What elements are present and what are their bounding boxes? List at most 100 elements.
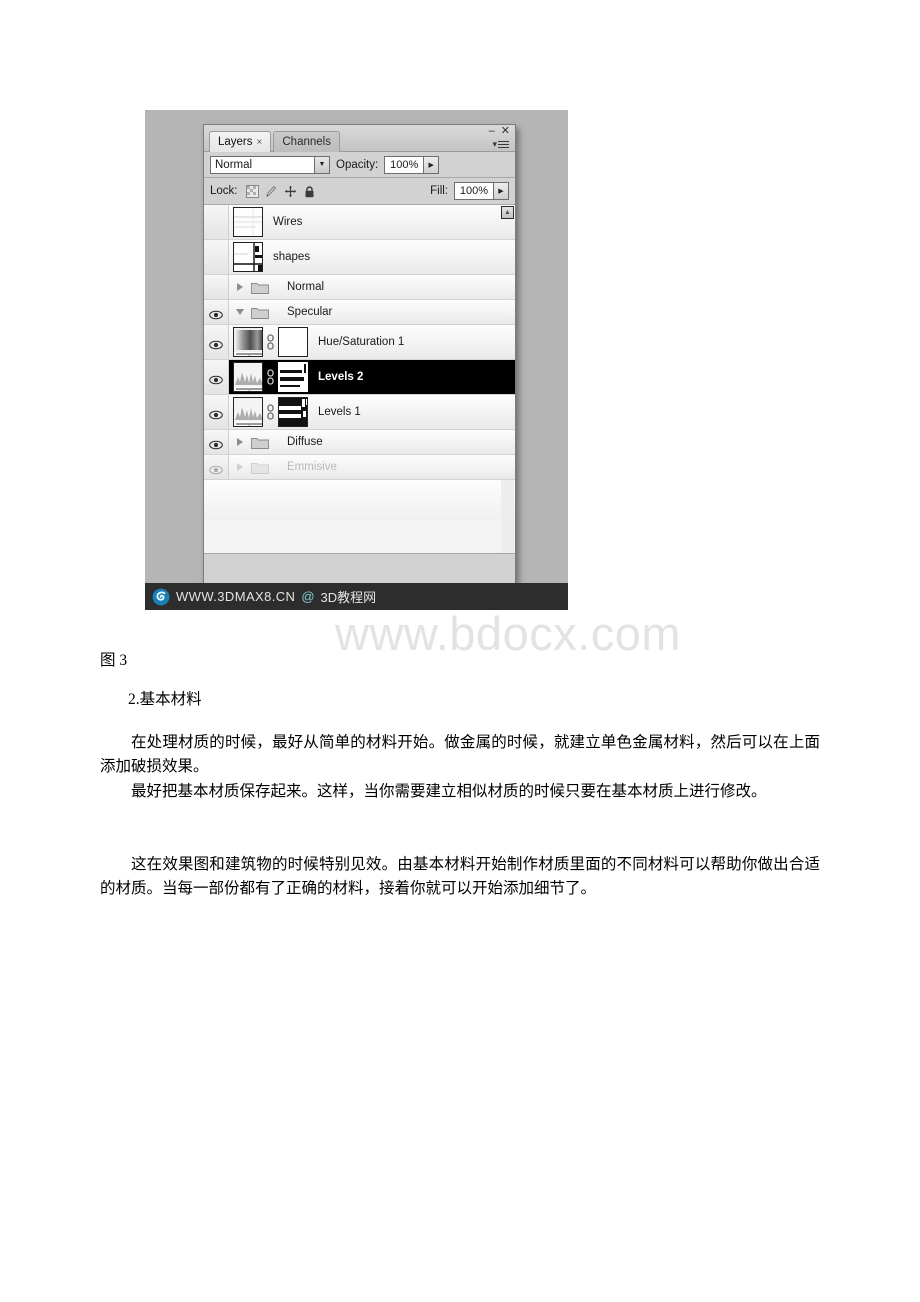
site-url: WWW.3DMAX8.CN	[176, 589, 296, 604]
link-icon[interactable]	[266, 403, 275, 421]
close-icon[interactable]: ✕	[501, 126, 510, 137]
folder-icon	[251, 461, 269, 474]
panel-menu-icon[interactable]: ▾	[492, 139, 509, 150]
opacity-stepper-icon[interactable]: ▶	[423, 156, 439, 173]
visibility-toggle[interactable]	[204, 205, 229, 239]
visibility-toggle[interactable]	[204, 360, 229, 394]
folder-icon	[251, 281, 269, 294]
visibility-toggle[interactable]	[204, 275, 229, 299]
layer-name: Specular	[287, 306, 333, 318]
paragraph: 在处理材质的时候，最好从简单的材料开始。做金属的时候，就建立单色金属材料，然后可…	[100, 734, 820, 775]
folder-icon	[251, 436, 269, 449]
paragraph: 这在效果图和建筑物的时候特别见效。由基本材料开始制作材质里面的不同材料可以帮助你…	[100, 856, 820, 897]
table-row[interactable]: Diffuse	[204, 430, 515, 455]
site-watermark-bar: WWW.3DMAX8.CN @ 3D教程网	[145, 583, 568, 610]
folder-icon-cell	[251, 436, 277, 449]
scroll-up-button[interactable]: ▲	[501, 206, 514, 219]
chevron-down-icon[interactable]: ▼	[314, 156, 329, 173]
layers-list-empty-area	[204, 480, 515, 520]
lock-image-pixels-icon[interactable]	[265, 185, 278, 198]
layers-list[interactable]: ▲ Wires shapes Normal Specular Hue/Satur…	[204, 205, 515, 554]
tab-layers-close-icon[interactable]: ×	[257, 137, 263, 148]
layer-mask-thumbnail[interactable]	[278, 327, 308, 357]
visibility-toggle[interactable]	[204, 325, 229, 359]
layer-thumbnail[interactable]	[233, 207, 263, 237]
lock-position-icon[interactable]	[284, 185, 297, 198]
visibility-toggle[interactable]	[204, 240, 229, 274]
eye-icon	[209, 437, 223, 450]
window-buttons: – ✕	[489, 126, 510, 137]
table-row[interactable]: shapes	[204, 240, 515, 275]
section-heading: 2.基本材料	[128, 691, 202, 708]
figure-caption: 图 3	[100, 652, 128, 669]
minimize-icon[interactable]: –	[489, 126, 495, 137]
panel-titlebar: Layers × Channels – ✕ ▾	[204, 125, 515, 152]
folder-icon-cell	[251, 461, 277, 474]
fill-stepper-icon[interactable]: ▶	[493, 183, 508, 199]
opacity-value: 100%	[390, 158, 419, 171]
triangle-right-icon	[237, 463, 243, 471]
at-icon: @	[301, 589, 315, 604]
opacity-input[interactable]: 100% ▶	[384, 155, 440, 174]
visibility-toggle[interactable]	[204, 300, 229, 324]
page-watermark: www.bdocx.com	[335, 607, 682, 660]
adjustment-thumbnail[interactable]	[233, 327, 263, 357]
adjustment-thumbnail[interactable]	[233, 362, 263, 392]
folder-icon-cell	[251, 281, 277, 294]
layer-name: Emmisive	[287, 461, 337, 473]
fill-label: Fill:	[430, 185, 448, 197]
opacity-label: Opacity:	[336, 158, 379, 171]
figure-photoshop-layers-panel: Layers × Channels – ✕ ▾ Normal ▼ Opacity…	[145, 110, 568, 610]
layer-name: shapes	[273, 251, 311, 263]
layer-mask-thumbnail[interactable]	[278, 362, 308, 392]
link-icon[interactable]	[266, 368, 275, 386]
visibility-toggle[interactable]	[204, 395, 229, 429]
adjustment-thumbnail[interactable]	[233, 397, 263, 427]
link-icon[interactable]	[266, 333, 275, 351]
layer-name: Normal	[287, 281, 325, 293]
fill-input[interactable]: 100% ▶	[454, 182, 509, 200]
table-row[interactable]: Emmisive	[204, 455, 515, 480]
triangle-right-icon	[237, 438, 243, 446]
site-name-cn: 3D教程网	[320, 590, 377, 605]
layer-thumbnail[interactable]	[233, 242, 263, 272]
eye-icon	[209, 372, 223, 385]
chevron-down-icon: ▾	[492, 139, 497, 149]
fill-value: 100%	[459, 185, 489, 197]
folder-icon	[251, 306, 269, 319]
table-row[interactable]: Normal	[204, 275, 515, 300]
eye-icon	[209, 307, 223, 320]
group-expand-toggle[interactable]	[229, 283, 251, 291]
lock-row: Lock: Fill: 100% ▶	[204, 178, 515, 205]
tab-layers[interactable]: Layers ×	[209, 131, 272, 152]
lock-transparent-pixels-icon[interactable]	[245, 184, 259, 198]
triangle-down-icon	[236, 309, 244, 315]
eye-icon	[209, 407, 223, 420]
group-expand-toggle[interactable]	[229, 438, 251, 446]
layer-name: Hue/Saturation 1	[318, 336, 405, 348]
layer-mask-thumbnail[interactable]	[278, 397, 308, 427]
table-row[interactable]: Hue/Saturation 1	[204, 325, 515, 360]
triangle-right-icon	[237, 283, 243, 291]
blend-mode-select[interactable]: Normal ▼	[210, 155, 330, 174]
table-row[interactable]: Levels 1	[204, 395, 515, 430]
group-expand-toggle[interactable]	[229, 463, 251, 471]
eye-icon	[209, 462, 223, 475]
tab-layers-label: Layers	[218, 136, 253, 148]
panel-tabs: Layers × Channels	[209, 131, 340, 152]
layer-name: Wires	[273, 216, 303, 228]
table-row[interactable]: Wires	[204, 205, 515, 240]
group-expand-toggle[interactable]	[229, 309, 251, 315]
blend-mode-value: Normal	[215, 158, 253, 171]
layers-panel-window: Layers × Channels – ✕ ▾ Normal ▼ Opacity…	[203, 124, 516, 586]
table-row[interactable]: Levels 2	[204, 360, 515, 395]
tab-channels[interactable]: Channels	[273, 131, 340, 152]
lock-label: Lock:	[210, 185, 238, 197]
visibility-toggle[interactable]	[204, 430, 229, 454]
lock-all-icon[interactable]	[303, 185, 316, 198]
visibility-toggle[interactable]	[204, 455, 229, 479]
table-row[interactable]: Specular	[204, 300, 515, 325]
paragraph: 最好把基本材质保存起来。这样，当你需要建立相似材质的时候只要在基本材质上进行修改…	[131, 783, 767, 800]
folder-icon-cell	[251, 306, 277, 319]
lock-icons	[245, 184, 316, 198]
